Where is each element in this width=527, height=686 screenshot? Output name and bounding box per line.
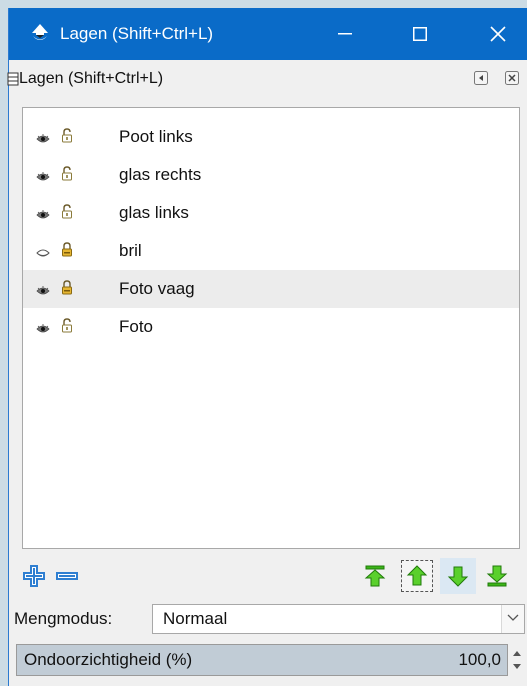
spin-up-icon xyxy=(513,651,521,656)
minimize-icon xyxy=(338,33,352,35)
layer-name: Poot links xyxy=(119,127,193,146)
layer-name: glas rechts xyxy=(119,165,202,184)
panel-title: Lagen (Shift+Ctrl+L) xyxy=(19,70,164,87)
iconify-icon xyxy=(474,71,488,85)
close-icon xyxy=(505,71,519,85)
layers-window: Lagen (Shift+Ctrl+L) Lagen (Shift+Ctrl+L… xyxy=(7,8,527,686)
window-title: Lagen (Shift+Ctrl+L) xyxy=(60,24,214,43)
add-layer-button[interactable] xyxy=(20,562,48,590)
lock-open-icon[interactable] xyxy=(61,128,73,144)
maximize-button[interactable] xyxy=(394,8,446,60)
layer-name: bril xyxy=(119,241,142,260)
layer-name: Foto xyxy=(119,317,154,336)
layer-name: Foto vaag xyxy=(119,279,195,298)
close-window-button[interactable] xyxy=(468,8,527,60)
lock-open-icon[interactable] xyxy=(61,166,73,182)
raise-layer-icon xyxy=(406,565,428,586)
layer-name: glas links xyxy=(119,203,189,222)
layer-row[interactable]: Foto xyxy=(23,308,519,346)
title-bar[interactable]: Lagen (Shift+Ctrl+L) xyxy=(9,8,527,60)
layers-list[interactable]: Poot links glas rechts glas links bril F… xyxy=(22,107,520,549)
layer-row[interactable]: bril xyxy=(23,232,519,270)
opacity-spinner[interactable] xyxy=(510,646,524,674)
layer-row[interactable]: glas links xyxy=(23,194,519,232)
maximize-icon xyxy=(413,27,427,41)
panel-icon xyxy=(7,72,19,86)
minimize-button[interactable] xyxy=(319,8,371,60)
layers-toolbar xyxy=(9,556,527,596)
raise-to-top-icon xyxy=(364,565,386,587)
lower-layer-button[interactable] xyxy=(440,558,476,594)
close-icon xyxy=(490,26,506,42)
lock-open-icon[interactable] xyxy=(61,204,73,220)
lock-closed-icon[interactable] xyxy=(61,280,73,296)
layer-row-selected[interactable]: Foto vaag xyxy=(23,270,519,308)
opacity-slider[interactable]: Ondoorzichtigheid (%) 100,0 xyxy=(16,644,508,676)
lower-to-bottom-icon xyxy=(486,565,508,587)
lower-to-bottom-button[interactable] xyxy=(483,562,511,590)
raise-layer-button[interactable] xyxy=(401,560,433,592)
raise-to-top-button[interactable] xyxy=(361,562,389,590)
blend-mode-value: Normaal xyxy=(163,609,228,628)
blend-mode-row: Mengmodus: Normaal xyxy=(9,602,527,636)
opacity-row: Ondoorzichtigheid (%) 100,0 xyxy=(9,642,527,678)
eye-open-icon[interactable] xyxy=(36,131,50,143)
eye-open-icon[interactable] xyxy=(36,283,50,295)
close-panel-button[interactable] xyxy=(504,70,520,86)
opacity-value: 100,0 xyxy=(458,650,501,669)
add-layer-icon xyxy=(23,565,45,587)
blend-mode-select[interactable]: Normaal xyxy=(152,604,525,634)
spin-down-icon xyxy=(513,664,521,669)
eye-open-icon[interactable] xyxy=(36,207,50,219)
eye-closed-icon[interactable] xyxy=(36,245,50,257)
inkscape-icon xyxy=(29,23,51,45)
layer-row[interactable]: glas rechts xyxy=(23,156,519,194)
remove-layer-button[interactable] xyxy=(53,562,81,590)
opacity-label: Ondoorzichtigheid (%) xyxy=(24,650,193,669)
iconify-panel-button[interactable] xyxy=(473,70,489,86)
remove-layer-icon xyxy=(56,572,78,580)
blend-mode-label: Mengmodus: xyxy=(14,609,113,628)
lower-layer-icon xyxy=(447,566,469,587)
eye-open-icon[interactable] xyxy=(36,321,50,333)
lock-open-icon[interactable] xyxy=(61,318,73,334)
panel-header: Lagen (Shift+Ctrl+L) xyxy=(7,60,527,98)
lock-closed-icon[interactable] xyxy=(61,242,73,258)
layer-row[interactable]: Poot links xyxy=(23,118,519,156)
eye-open-icon[interactable] xyxy=(36,169,50,181)
chevron-down-icon[interactable] xyxy=(501,605,524,633)
